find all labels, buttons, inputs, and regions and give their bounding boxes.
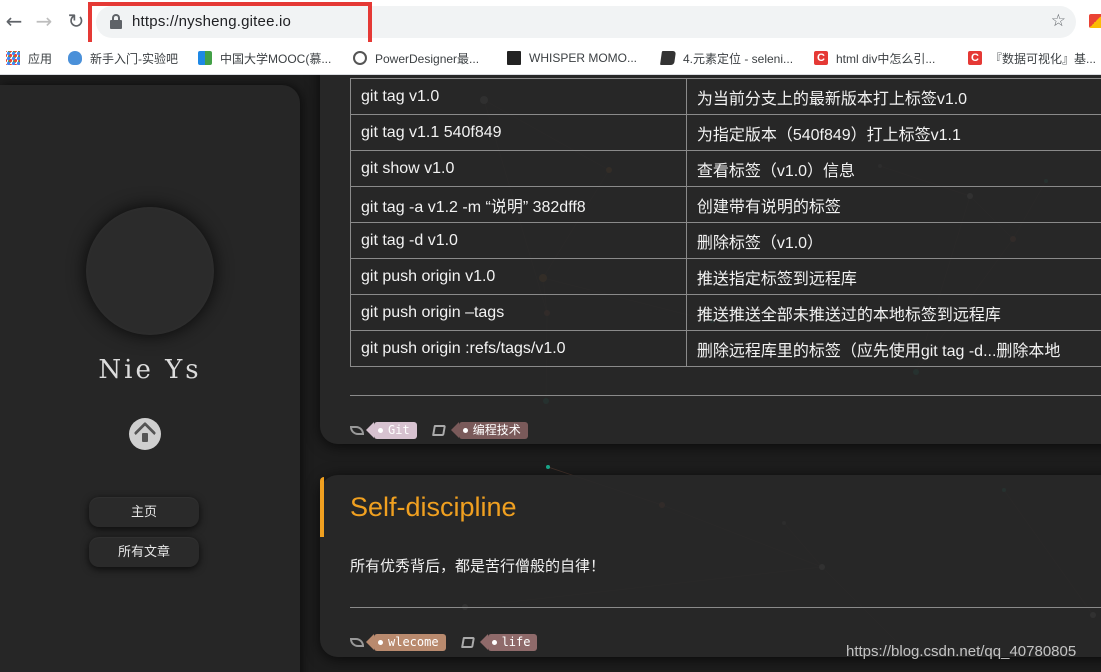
url-text[interactable]: https://nysheng.gitee.io xyxy=(132,13,291,30)
post-excerpt: 所有优秀背后，都是苦行僧般的自律！ xyxy=(350,558,606,575)
address-bar[interactable]: https://nysheng.gitee.io ☆ xyxy=(96,6,1076,38)
bookmarks-bar: 应用 新手入门-实验吧 中国大学MOOC(慕... PowerDesigner最… xyxy=(0,42,1101,75)
bookmark-selenium[interactable]: 4.元素定位 - seleni... xyxy=(660,49,793,67)
reload-icon[interactable]: ↻ xyxy=(64,9,88,33)
whisper-icon xyxy=(507,51,521,65)
post-meta: wlecome life xyxy=(350,632,553,652)
bookmark-apps[interactable]: 应用 xyxy=(6,49,52,67)
table-row: git push origin –tags 推送推送全部未推送过的本地标签到远程库 xyxy=(350,294,1101,331)
particle-dot xyxy=(546,465,550,469)
table-row: git tag -d v1.0 删除标签（v1.0） xyxy=(350,222,1101,259)
all-posts-button[interactable]: 所有文章 xyxy=(89,537,199,567)
tag-git[interactable]: Git xyxy=(366,421,417,439)
csdn-icon: C xyxy=(968,51,982,65)
powerdesigner-icon xyxy=(353,51,367,65)
apps-icon xyxy=(6,51,20,65)
sidebar: Nie Ys 主页 所有文章 xyxy=(0,85,300,672)
category-life[interactable]: life xyxy=(479,633,538,651)
forward-arrow-icon[interactable]: → xyxy=(32,9,56,33)
page-viewport: Nie Ys 主页 所有文章 git tag v1.0 为当前分支上的最新版本打上… xyxy=(0,75,1101,672)
bookmark-shiyanba[interactable]: 新手入门-实验吧 xyxy=(68,49,178,67)
bookmark-mooc[interactable]: 中国大学MOOC(慕... xyxy=(198,49,331,67)
post-meta: Git 编程技术 xyxy=(350,420,544,440)
git-commands-table: git tag v1.0 为当前分支上的最新版本打上标签v1.0 git tag … xyxy=(350,78,1101,367)
leaf-icon xyxy=(350,637,364,647)
mooc-icon xyxy=(198,51,212,65)
bookmark-html-div[interactable]: Chtml div中怎么引... xyxy=(814,49,935,67)
table-row: git tag -a v1.2 -m “说明” 382dff8 创建带有说明的标签 xyxy=(350,186,1101,223)
home-button[interactable]: 主页 xyxy=(89,497,199,527)
table-row: git tag v1.0 为当前分支上的最新版本打上标签v1.0 xyxy=(350,78,1101,115)
table-row: git push origin v1.0 推送指定标签到远程库 xyxy=(350,258,1101,295)
post-title[interactable]: Self-discipline xyxy=(350,492,517,523)
bookmark-data-vis[interactable]: C 『数据可视化』基... xyxy=(968,49,1096,67)
post-card-self-discipline: Self-discipline 所有优秀背后，都是苦行僧般的自律！ wlecom… xyxy=(320,475,1101,657)
book-icon xyxy=(660,51,676,65)
browser-toolbar: ← → ↻ https://nysheng.gitee.io ☆ xyxy=(0,0,1101,46)
author-name: Nie Ys xyxy=(98,355,202,385)
star-icon[interactable]: ☆ xyxy=(1051,11,1066,31)
watermark-text: https://blog.csdn.net/qq_40780805 xyxy=(846,643,1077,660)
book-icon xyxy=(431,424,446,436)
csdn-icon: C xyxy=(814,51,828,65)
book-icon xyxy=(460,636,475,648)
extension-icon[interactable] xyxy=(1089,14,1101,28)
table-row: git push origin :refs/tags/v1.0 删除远程库里的标签… xyxy=(350,330,1101,367)
table-row: git show v1.0 查看标签（v1.0）信息 xyxy=(350,150,1101,187)
post-card-git: git tag v1.0 为当前分支上的最新版本打上标签v1.0 git tag … xyxy=(320,75,1101,444)
leaf-icon xyxy=(350,425,364,435)
bookmark-whisper[interactable]: WHISPER MOMO... xyxy=(507,49,637,67)
back-arrow-icon[interactable]: ← xyxy=(2,9,26,33)
category-programming[interactable]: 编程技术 xyxy=(450,421,528,439)
table-row: git tag v1.1 540f849 为指定版本（540f849）打上标签v1… xyxy=(350,114,1101,151)
bookmark-powerdesigner[interactable]: PowerDesigner最... xyxy=(353,49,479,67)
divider xyxy=(350,607,1101,608)
avatar[interactable] xyxy=(86,207,214,335)
home-icon[interactable] xyxy=(129,418,161,450)
lock-icon xyxy=(110,14,122,30)
divider xyxy=(350,395,1101,396)
tag-wlecome[interactable]: wlecome xyxy=(366,633,446,651)
cloud-icon xyxy=(68,51,82,65)
